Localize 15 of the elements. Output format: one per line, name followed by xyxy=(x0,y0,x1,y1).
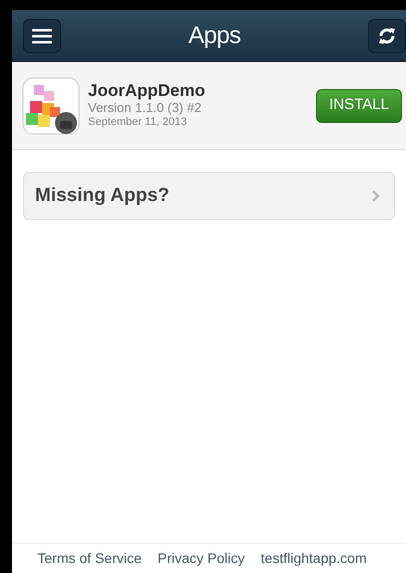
page-title: Apps xyxy=(188,20,241,50)
install-button[interactable]: INSTALL xyxy=(316,88,402,122)
footer-link[interactable]: Privacy Policy xyxy=(158,548,245,569)
missing-apps-button[interactable]: Missing Apps? xyxy=(23,172,395,220)
app-version: Version 1.1.0 (3) #2 xyxy=(88,100,202,114)
menu-icon xyxy=(32,28,52,44)
refresh-button[interactable] xyxy=(368,18,406,52)
menu-button[interactable] xyxy=(23,18,61,52)
footer-link[interactable]: testflightapp.com xyxy=(260,548,367,569)
app-icon xyxy=(22,76,80,134)
chevron-right-icon xyxy=(372,190,380,202)
footer-link[interactable]: Terms of Service xyxy=(37,548,142,569)
app-date: September 11, 2013 xyxy=(88,115,188,130)
app-name: JoorAppDemo xyxy=(88,82,206,100)
refresh-icon xyxy=(377,26,397,46)
